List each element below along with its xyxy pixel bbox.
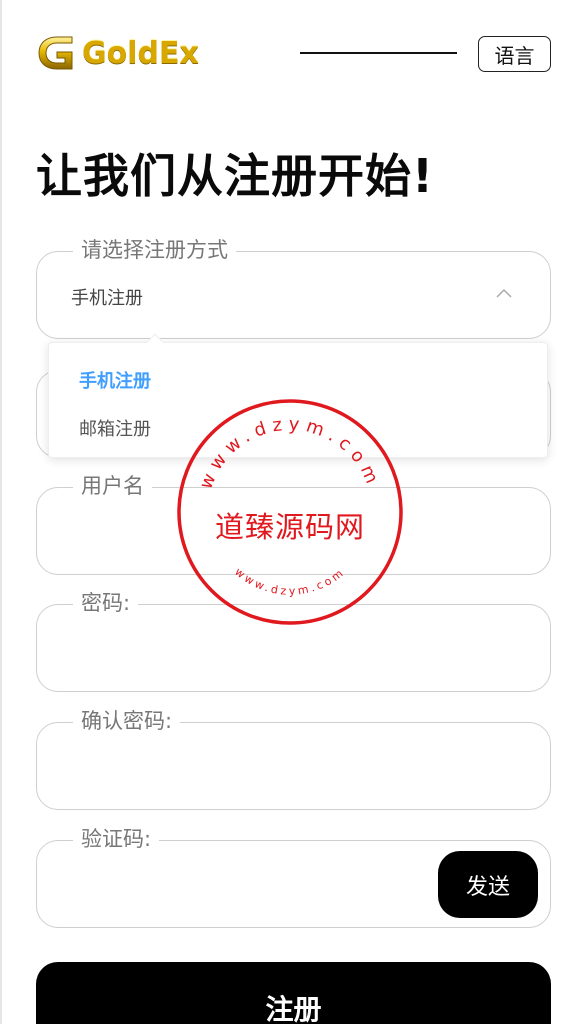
dropdown-option-email[interactable]: 邮箱注册 [79,415,151,441]
svg-text:www.dzym.com: www.dzym.com [195,414,384,492]
stamp-center-text: 道臻源码网 [214,510,365,544]
watermark-stamp: www.dzym.com www.dzym.com 道臻源码网 [176,398,404,626]
send-code-button[interactable]: 发送 [438,851,538,918]
left-edge [0,0,2,1024]
chevron-up-icon [496,288,512,298]
register-method-label: 请选择注册方式 [73,237,236,263]
verification-code-label: 验证码: [73,826,160,852]
page-title: 让我们从注册开始! [36,149,434,203]
dropdown-option-phone[interactable]: 手机注册 [79,367,151,393]
stamp-ring-bottom-text: www.dzym.com [232,565,345,598]
username-label: 用户名 [73,473,152,499]
logo: GoldEx [36,32,199,74]
goldex-emblem-icon [38,36,73,70]
svg-text:www.dzym.com: www.dzym.com [232,565,348,598]
confirm-password-field[interactable]: 确认密码: [36,708,551,810]
register-method-value: 手机注册 [71,288,143,309]
verification-code-field[interactable]: 验证码: 发送 [36,826,551,928]
stamp-ring-top-text: www.dzym.com [195,414,378,492]
logo-text: GoldEx [82,35,199,71]
register-method-select[interactable]: 请选择注册方式 手机注册 [36,237,551,339]
register-button-label: 注册 [265,993,322,1024]
header-divider [300,52,457,54]
password-label: 密码: [73,590,139,616]
register-button[interactable]: 注册 [36,962,551,1024]
confirm-password-label: 确认密码: [73,708,181,734]
language-button[interactable]: 语言 [478,36,551,72]
